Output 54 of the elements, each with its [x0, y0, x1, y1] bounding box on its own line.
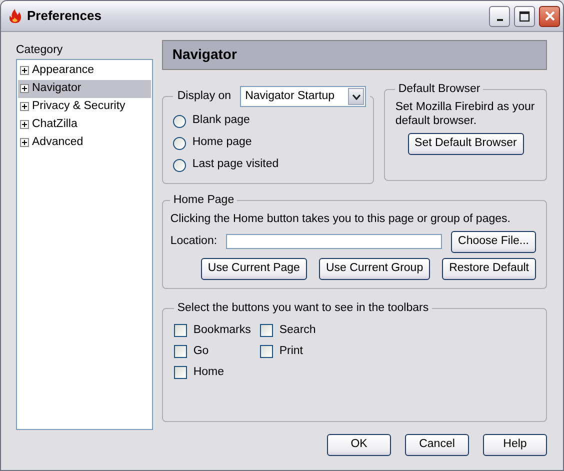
display-on-dropdown[interactable]: Navigator Startup: [240, 86, 366, 107]
home-page-button[interactable]: Use Current Group: [318, 258, 430, 280]
radio-button[interactable]: [173, 136, 186, 150]
tree-item[interactable]: Privacy & Security: [18, 98, 152, 116]
close-icon: [544, 10, 556, 22]
radio-button[interactable]: [173, 158, 186, 172]
maximize-button[interactable]: [514, 6, 535, 26]
radio-label: Blank page: [192, 114, 250, 128]
group-title: Default Browser: [397, 83, 482, 97]
close-button[interactable]: [539, 6, 560, 26]
home-page-button[interactable]: Restore Default: [442, 258, 536, 280]
minimize-icon: [496, 19, 502, 21]
radio-label: Home page: [192, 136, 252, 150]
tree-item[interactable]: ChatZilla: [18, 116, 152, 134]
group-title: Home Page: [172, 194, 236, 208]
location-label: Location:: [170, 234, 218, 248]
radio-label: Last page visited: [192, 158, 279, 172]
dialog-button[interactable]: Help: [483, 434, 547, 456]
checkbox-label: Bookmarks: [193, 324, 251, 338]
home-page-button[interactable]: Use Current Page: [200, 258, 307, 280]
expand-icon[interactable]: [20, 120, 29, 130]
checkbox-label: Search: [279, 324, 316, 338]
display-on-label: Display on: [177, 90, 232, 104]
tree-item[interactable]: Advanced: [18, 134, 152, 152]
dialog-button[interactable]: Cancel: [405, 434, 469, 456]
minimize-button[interactable]: [489, 6, 510, 26]
choose-file-button[interactable]: Choose File...: [451, 230, 536, 253]
set-default-browser-button[interactable]: Set Default Browser: [408, 133, 524, 156]
description-text: Clicking the Home button takes you to this page or group of pages.: [170, 212, 512, 227]
checkbox[interactable]: [174, 366, 188, 380]
expand-icon[interactable]: [20, 66, 29, 76]
description-text: Set Mozilla Firebird as your default browser.: [395, 100, 536, 128]
checkbox[interactable]: [174, 345, 188, 358]
tree-item[interactable]: Navigator: [18, 80, 152, 98]
expand-icon[interactable]: [20, 138, 29, 148]
dialog-button[interactable]: OK: [327, 434, 391, 456]
expand-icon[interactable]: [20, 84, 29, 94]
radio-button[interactable]: [173, 114, 186, 128]
tree-item[interactable]: Appearance: [18, 62, 152, 80]
checkbox-label: Home: [193, 366, 224, 380]
group-title: Select the buttons you want to see in the toolbars: [176, 302, 430, 316]
location-field[interactable]: [226, 234, 442, 250]
checkbox[interactable]: [260, 324, 274, 338]
flame-icon: [7, 8, 23, 24]
checkbox[interactable]: [260, 345, 274, 358]
checkbox-label: Go: [193, 344, 209, 359]
expand-icon[interactable]: [20, 102, 29, 112]
category-label: Category: [16, 44, 64, 58]
panel-header: Navigator: [162, 40, 547, 70]
checkbox-label: Print: [279, 344, 304, 359]
chevron-icon: [352, 94, 361, 100]
maximize-icon: [519, 10, 530, 22]
window-title: Preferences: [27, 8, 102, 24]
checkbox[interactable]: [174, 324, 188, 338]
